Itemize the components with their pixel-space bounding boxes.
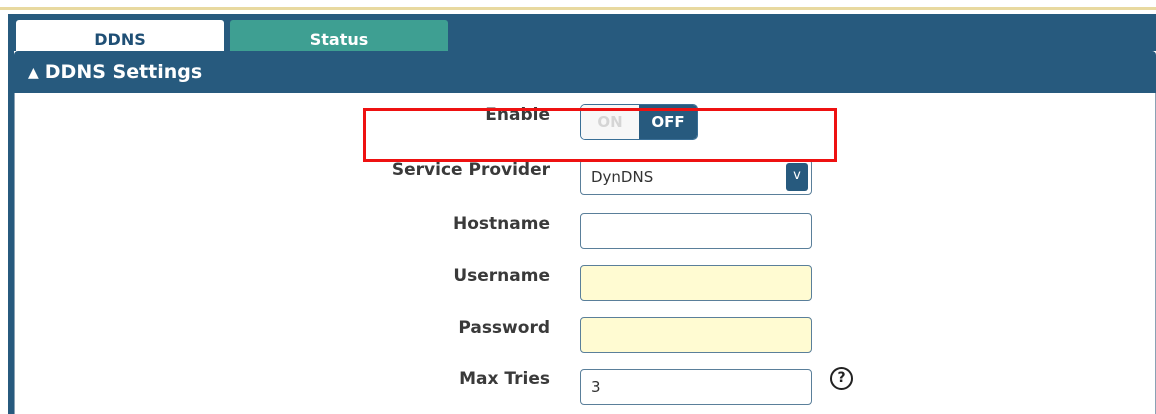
panel-header[interactable]: ▲ DDNS Settings <box>14 51 1156 93</box>
max-tries-label: Max Tries <box>459 369 550 389</box>
hostname-label: Hostname <box>453 214 550 234</box>
max-tries-input[interactable]: 3 <box>580 369 812 405</box>
username-label: Username <box>453 266 550 286</box>
username-input[interactable] <box>580 265 812 301</box>
ddns-settings-panel: ▲ DDNS Settings Enable ON OFF Service Pro… <box>14 51 1156 414</box>
chevron-up-icon[interactable]: ▲ <box>28 52 39 94</box>
hostname-input[interactable] <box>580 213 812 249</box>
enable-label: Enable <box>485 105 550 125</box>
password-label: Password <box>458 318 550 338</box>
service-provider-label: Service Provider <box>391 160 550 180</box>
toggle-on-option[interactable]: ON <box>581 105 639 139</box>
help-icon[interactable]: ? <box>830 367 853 390</box>
chevron-down-icon[interactable]: v <box>786 163 808 191</box>
password-input[interactable] <box>580 317 812 353</box>
panel-body: Enable ON OFF Service Provider DynDNS v … <box>14 93 1156 414</box>
service-provider-value: DynDNS <box>591 168 654 186</box>
service-provider-select[interactable]: DynDNS v <box>580 159 812 195</box>
toggle-off-option[interactable]: OFF <box>639 105 697 139</box>
top-border <box>0 7 1156 10</box>
panel-title: DDNS Settings <box>44 61 203 83</box>
enable-toggle[interactable]: ON OFF <box>580 104 698 140</box>
